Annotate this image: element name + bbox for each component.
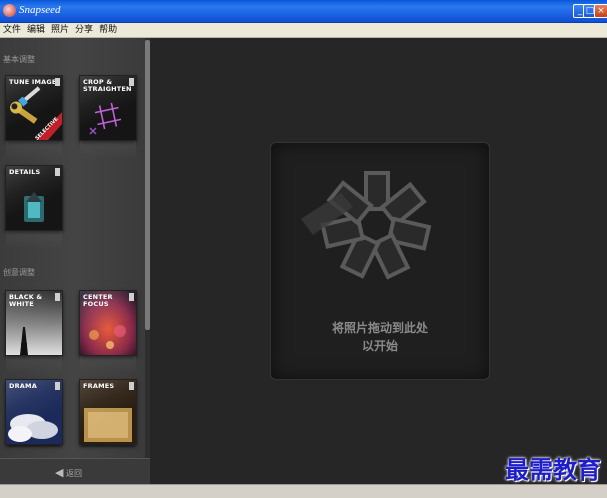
title-bar: Snapseed _ □ × [0, 0, 607, 23]
back-label: 返回 [66, 469, 83, 478]
tile-corner-icon [129, 293, 134, 301]
tile-center-focus-label: CENTER FOCUS [83, 293, 113, 308]
tile-crop-label: CROP & STRAIGHTEN [83, 78, 132, 93]
tile-drama-label: DRAMA [9, 382, 37, 390]
menu-photo[interactable]: 照片 [48, 23, 72, 37]
tile-tune-image[interactable]: TUNE IMAGE SELECTIVE [6, 76, 62, 140]
tile-frames-label: FRAMES [83, 382, 115, 390]
tile-frames[interactable]: FRAMES [80, 380, 136, 444]
app-icon [3, 4, 16, 17]
tile-corner-icon [129, 382, 134, 390]
tile-details-label: DETAILS [9, 168, 41, 176]
menu-share[interactable]: 分享 [72, 23, 96, 37]
tile-drama[interactable]: DRAMA [6, 380, 62, 444]
window-bottom-border [0, 484, 607, 498]
tile-details[interactable]: DETAILS [6, 166, 62, 230]
basic-adjust-label: 基本调整 [3, 55, 35, 64]
tile-corner-icon [55, 78, 60, 86]
tile-center-focus[interactable]: CENTER FOCUS [80, 291, 136, 355]
back-arrow-icon: ◀ [55, 466, 64, 479]
photo-drop-zone[interactable]: 将照片拖动到此处 以开始 [270, 142, 490, 380]
drop-instruction-line2: 以开始 [361, 339, 398, 353]
tile-bw-label: BLACK & WHITE [9, 293, 43, 308]
menu-bar: 文件 编辑 照片 分享 帮助 [0, 23, 607, 38]
photo-canvas: 将照片拖动到此处 以开始 [150, 38, 607, 484]
window-title: Snapseed [19, 4, 61, 16]
filter-sidebar: 基本调整 TUNE IMAGE SELECTIVE CROP & STRAIGH… [0, 38, 150, 485]
menu-edit[interactable]: 编辑 [24, 23, 48, 37]
menu-file[interactable]: 文件 [0, 23, 24, 37]
drop-instruction-line1: 将照片拖动到此处 [331, 321, 428, 335]
tile-crop-straighten[interactable]: CROP & STRAIGHTEN [80, 76, 136, 140]
back-bar: ◀ 返回 [0, 458, 150, 485]
tile-black-white[interactable]: BLACK & WHITE [6, 291, 62, 355]
close-button[interactable]: × [594, 4, 607, 18]
creative-adjust-label: 创意调整 [3, 268, 35, 277]
snapseed-logo-icon [301, 171, 432, 280]
tile-corner-icon [55, 168, 60, 176]
tile-tune-image-label: TUNE IMAGE [9, 78, 57, 86]
back-button[interactable]: ◀ 返回 [55, 466, 82, 479]
watermark-text: 最需教育 [505, 456, 601, 484]
tile-corner-icon [55, 382, 60, 390]
menu-help[interactable]: 帮助 [96, 23, 120, 37]
tile-corner-icon [129, 78, 134, 86]
tile-corner-icon [55, 293, 60, 301]
